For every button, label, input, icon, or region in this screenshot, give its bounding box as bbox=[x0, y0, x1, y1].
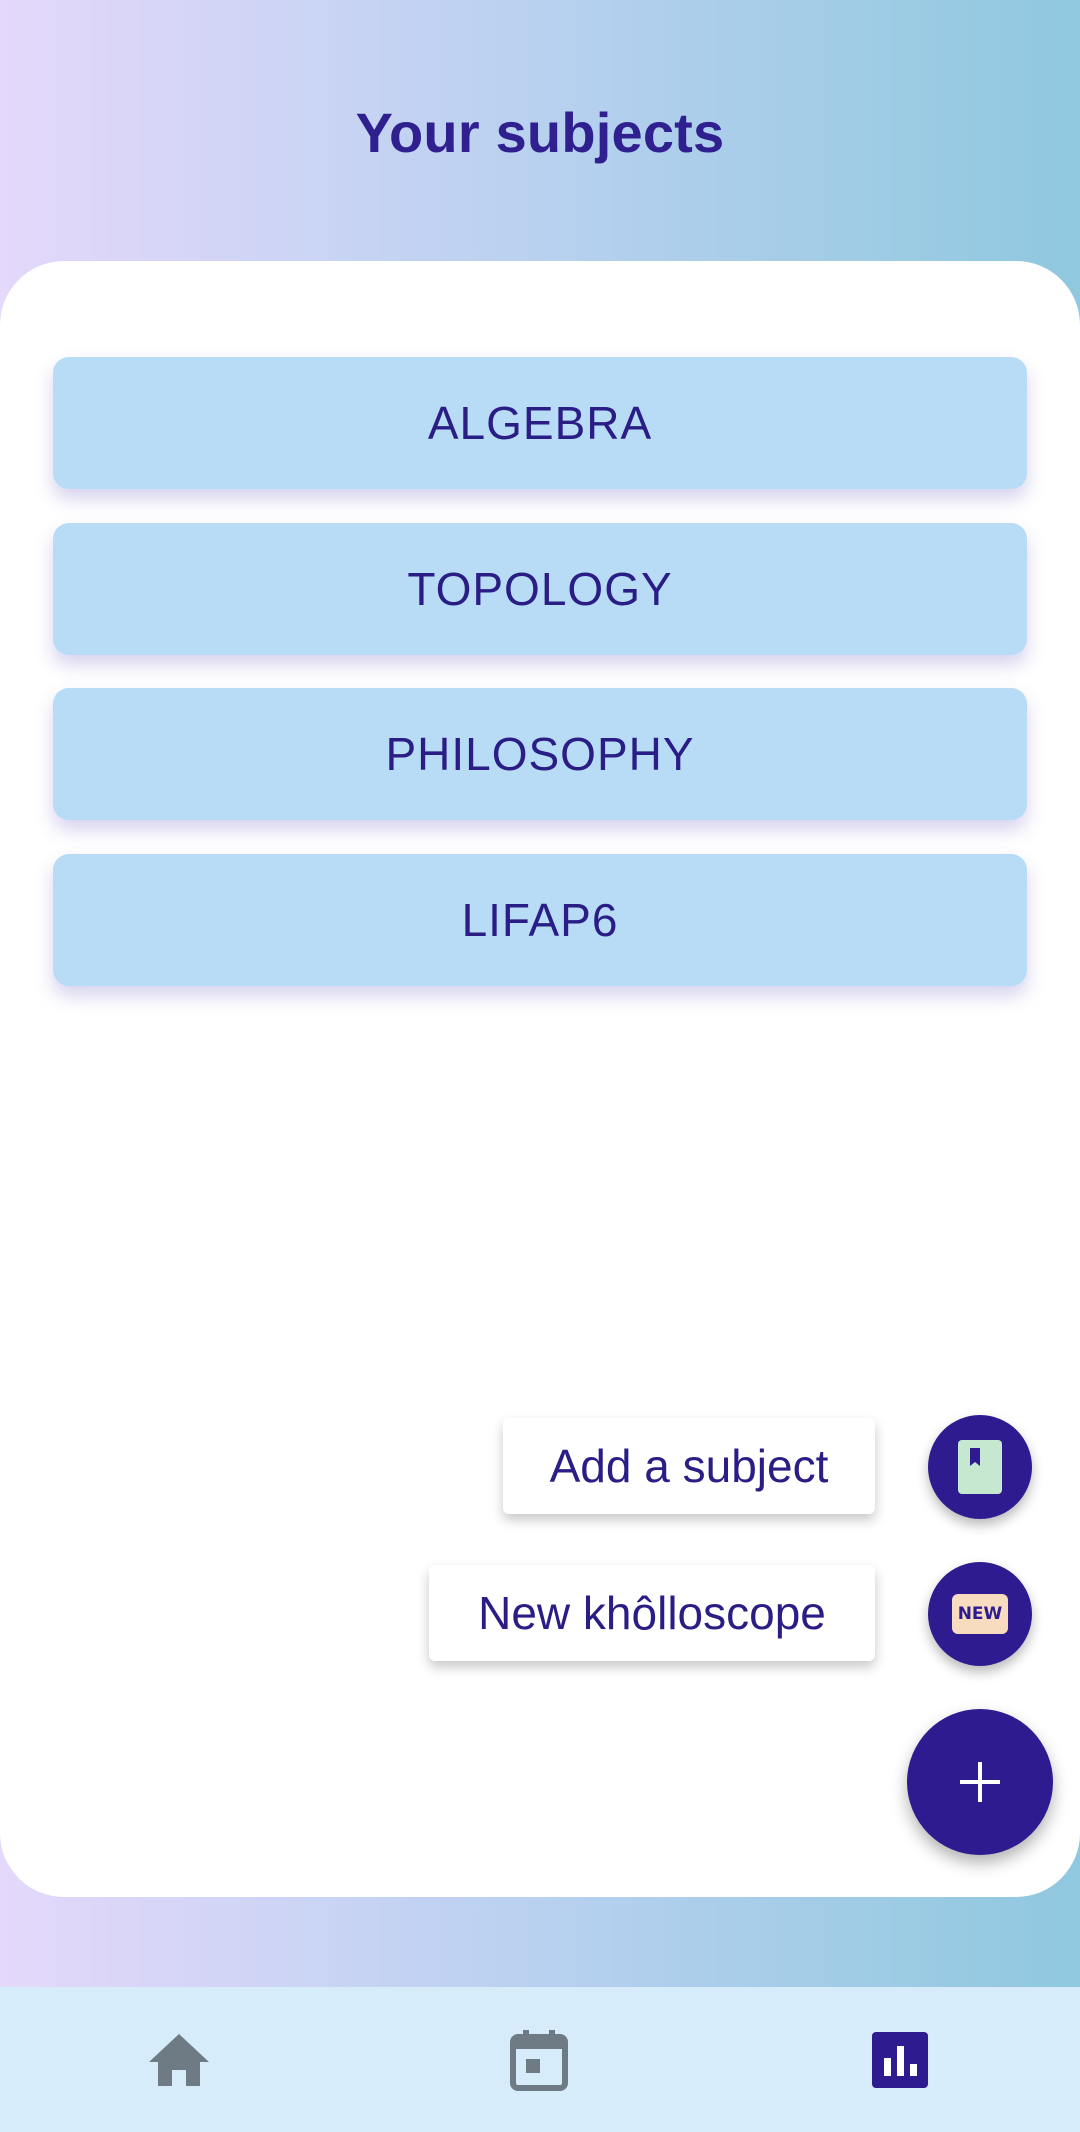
nav-item-calendar[interactable] bbox=[494, 2015, 584, 2105]
new-badge-text: NEW bbox=[957, 1604, 1003, 1624]
subject-button-lifap6[interactable]: LIFAP6 bbox=[53, 854, 1027, 986]
nav-item-home[interactable] bbox=[134, 2015, 224, 2105]
subject-label: TOPOLOGY bbox=[407, 563, 673, 615]
plus-icon bbox=[960, 1762, 1000, 1802]
new-khollo-label[interactable]: New khôlloscope bbox=[429, 1565, 875, 1661]
subject-button-topology[interactable]: TOPOLOGY bbox=[53, 523, 1027, 655]
subject-label: PHILOSOPHY bbox=[385, 728, 695, 780]
bottom-nav bbox=[0, 1987, 1080, 2132]
new-khollo-fab[interactable]: NEW bbox=[928, 1562, 1032, 1666]
main-fab[interactable] bbox=[907, 1709, 1053, 1855]
new-khollo-text: New khôlloscope bbox=[478, 1587, 826, 1639]
add-subject-fab[interactable] bbox=[928, 1415, 1032, 1519]
page-title: Your subjects bbox=[355, 101, 725, 164]
add-subject-text: Add a subject bbox=[549, 1440, 829, 1492]
subject-label: ALGEBRA bbox=[427, 397, 653, 449]
calendar-icon bbox=[510, 2030, 568, 2091]
add-subject-label[interactable]: Add a subject bbox=[503, 1418, 875, 1514]
home-icon bbox=[149, 2034, 209, 2086]
book-icon bbox=[958, 1440, 1002, 1494]
new-badge-icon: NEW bbox=[952, 1594, 1008, 1634]
subject-button-algebra[interactable]: ALGEBRA bbox=[53, 357, 1027, 489]
nav-item-stats[interactable] bbox=[855, 2015, 945, 2105]
chart-icon bbox=[872, 2032, 928, 2088]
subject-label: LIFAP6 bbox=[461, 894, 619, 946]
subject-button-philosophy[interactable]: PHILOSOPHY bbox=[53, 688, 1027, 820]
